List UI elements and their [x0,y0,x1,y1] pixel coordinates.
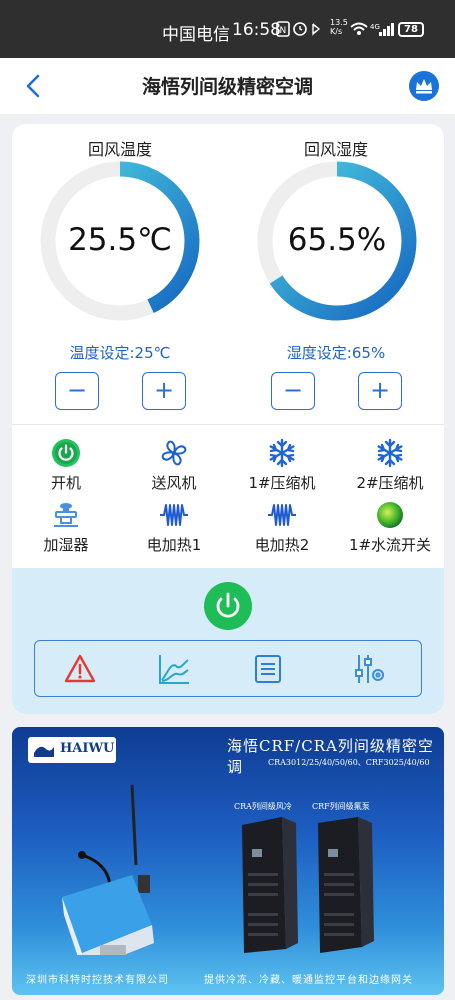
cabinet-image-right [318,817,374,953]
humidifier-icon [54,503,78,527]
power-on-icon [52,439,80,467]
device-label: 电加热1 [146,536,202,554]
status-bar: 中国电信 16:58 N 13.5 K/s 4G 78 [0,0,455,58]
device-compressor-1[interactable]: 1#压缩机 [232,438,332,493]
network-speed: 13.5 K/s [330,18,348,36]
function-toolbar [34,640,422,697]
power-panel [12,568,444,714]
device-fan[interactable]: 送风机 [124,438,224,493]
banner-label-left: CRA列间级风冷 [234,802,292,811]
heater-icon [160,504,188,526]
control-card: 回风温度 25.5℃ 回风湿度 65.5% 温度设定:25℃ 湿度设定:65% … [12,124,444,714]
divider [12,424,444,425]
device-power[interactable]: 开机 [16,438,116,493]
temperature-decrease-button[interactable]: − [55,372,99,410]
battery-indicator: 78 [398,22,424,37]
temperature-increase-button[interactable]: + [142,372,186,410]
app-header: 海悟列间级精密空调 [0,58,455,114]
device-compressor-2[interactable]: 2#压缩机 [340,438,440,493]
device-label: 1#水流开关 [348,536,432,554]
device-label: 1#压缩机 [248,474,316,492]
water-flow-status-icon [377,502,403,528]
carrier-label: 中国电信 [162,25,230,45]
gauge-title-return-humidity: 回风湿度 [303,140,368,159]
power-button[interactable] [204,582,252,630]
list-icon[interactable] [251,652,285,686]
device-heater-2[interactable]: 电加热2 [232,500,332,555]
page-title: 海悟列间级精密空调 [141,76,313,98]
humidity-setting-label: 湿度设定:65% [286,344,386,362]
device-label: 送风机 [151,474,197,492]
clock: 16:58 [232,20,281,40]
temperature-setting-label: 温度设定:25℃ [69,344,171,362]
device-label: 电加热2 [254,536,310,554]
device-label: 加湿器 [43,536,89,554]
svg-text:N: N [280,26,287,36]
net-speed-value: 13.5 [330,18,348,27]
settings-sliders-icon[interactable] [351,652,385,686]
gateway-device-image [62,784,154,955]
banner-slogan: 提供冷冻、冷藏、暖通监控平台和边缘网关 [204,975,413,986]
fan-icon [161,440,187,466]
device-label: 2#压缩机 [356,474,424,492]
snowflake-icon [269,438,295,468]
snowflake-icon [377,438,403,468]
power-icon [216,592,240,618]
haiwu-logo-mark [34,746,54,757]
gauge-title-return-temperature: 回风温度 [87,140,152,159]
banner-company: 深圳市科特时控技术有限公司 [26,975,169,986]
heater-icon [268,504,296,526]
banner-models: CRA3012/25/40/50/60、CRF3025/40/60 [268,758,430,767]
device-heater-1[interactable]: 电加热1 [124,500,224,555]
device-water-flow-switch[interactable]: 1#水流开关 [340,500,440,555]
crown-icon[interactable] [409,71,439,101]
banner-label-right: CRF列间级氟泵 [312,802,370,811]
humidity-value: 65.5% [287,222,387,258]
temperature-gauge: 25.5℃ [39,160,201,322]
alarm-icon[interactable] [63,652,97,686]
banner-title: 海悟CRF/CRA列间级精密空调 [227,737,434,776]
humidity-gauge: 65.5% [256,160,418,322]
product-banner[interactable]: HAIWU 海悟CRF/CRA列间级精密空调 CRA3012/25/40/50/… [12,727,444,995]
svg-text:4G: 4G [370,23,380,31]
haiwu-logo: HAIWU [28,737,116,763]
chart-icon[interactable] [157,652,191,686]
net-speed-unit: K/s [330,27,343,36]
humidity-increase-button[interactable]: + [358,372,402,410]
device-label: 开机 [50,474,81,492]
humidity-decrease-button[interactable]: − [271,372,315,410]
nfc-alarm-bluetooth-icons: N [276,21,321,37]
wifi-signal-icons: 4G [350,22,394,36]
logo-text: HAIWU [60,741,115,756]
device-humidifier[interactable]: 加湿器 [16,500,116,555]
temperature-value: 25.5℃ [68,222,172,258]
